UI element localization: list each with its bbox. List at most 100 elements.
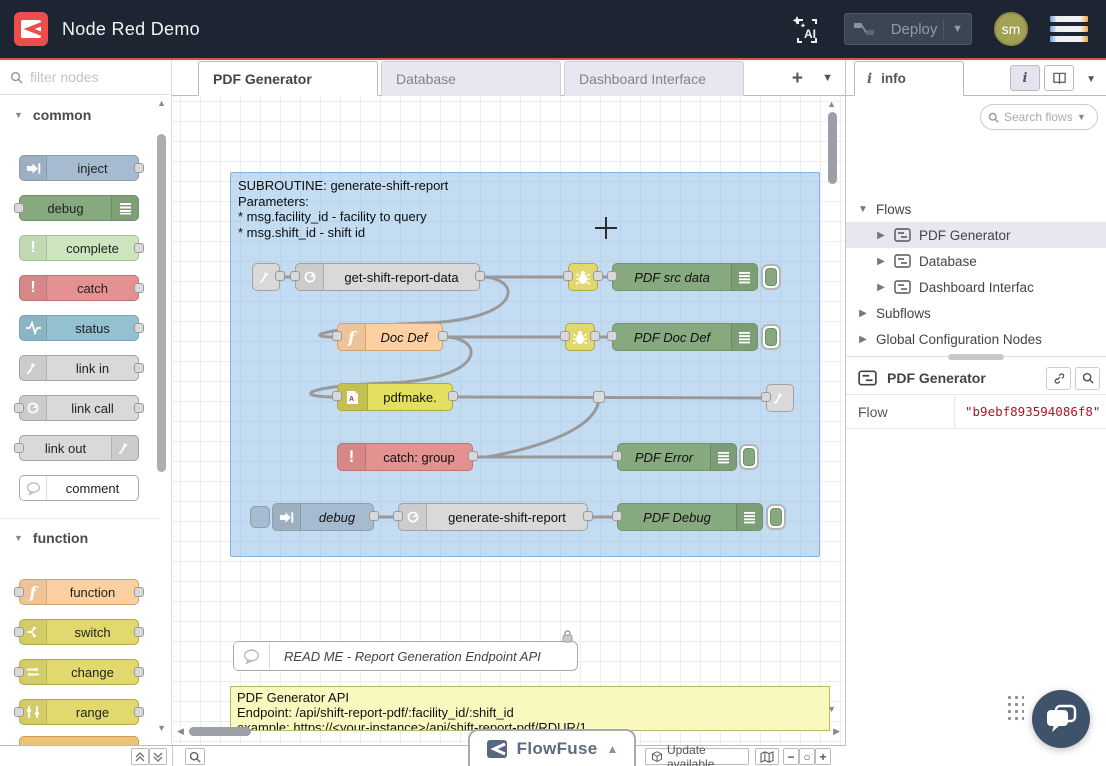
tree-item-database[interactable]: ▶ Database	[846, 248, 1106, 274]
ai-assistant-icon[interactable]: AI	[788, 12, 822, 46]
canvas-scroll-up[interactable]: ▲	[827, 99, 836, 109]
tree-global-config[interactable]: ▶ Global Configuration Nodes	[846, 326, 1106, 352]
port[interactable]	[134, 667, 144, 677]
port[interactable]	[612, 451, 622, 461]
palette-scroll-down[interactable]: ▼	[157, 723, 166, 733]
port[interactable]	[134, 707, 144, 717]
splitter-grip[interactable]	[948, 354, 1004, 360]
port[interactable]	[332, 331, 342, 341]
update-available-button[interactable]: Update available	[645, 748, 749, 765]
chat-widget-button[interactable]	[1032, 690, 1090, 748]
canvas-vscrollbar[interactable]	[828, 112, 837, 184]
tab-database[interactable]: Database	[381, 61, 561, 96]
user-avatar[interactable]: sm	[994, 12, 1028, 46]
navigator-map-button[interactable]	[755, 748, 779, 765]
node-pdf-debug[interactable]: PDF Debug	[617, 503, 763, 531]
canvas-scroll-down[interactable]: ▼	[827, 704, 836, 714]
port[interactable]	[14, 203, 24, 213]
main-menu-icon[interactable]	[1050, 16, 1088, 42]
flow-list-caret[interactable]: ▼	[822, 72, 833, 84]
wire-junction[interactable]	[593, 391, 605, 403]
canvas-search-button[interactable]	[185, 748, 205, 765]
search-flows-input[interactable]	[1004, 110, 1072, 124]
search-node-button[interactable]	[1075, 367, 1100, 390]
wire[interactable]	[487, 397, 599, 457]
palette-node-status[interactable]: status	[19, 315, 139, 341]
port[interactable]	[369, 511, 379, 521]
port[interactable]	[332, 391, 342, 401]
debug-toggle-button[interactable]	[761, 324, 781, 350]
node-link-in[interactable]	[252, 263, 280, 291]
category-common[interactable]: ▼ common	[0, 107, 171, 123]
node-pdf-src-data[interactable]: PDF src data	[612, 263, 758, 291]
tree-item-pdf-generator[interactable]: ▶ PDF Generator	[846, 222, 1106, 248]
node-pdf-doc-def[interactable]: PDF Doc Def	[612, 323, 758, 351]
node-doc-def[interactable]: f Doc Def	[337, 323, 443, 351]
add-flow-button[interactable]: +	[792, 68, 803, 90]
node-pdf-error[interactable]: PDF Error	[617, 443, 737, 471]
deploy-button[interactable]: Deploy ▼	[844, 13, 972, 45]
deploy-options-caret[interactable]: ▼	[943, 19, 963, 39]
copy-link-button[interactable]	[1046, 367, 1071, 390]
port[interactable]	[593, 271, 603, 281]
node-link-out[interactable]	[766, 384, 794, 412]
port[interactable]	[14, 443, 24, 453]
palette-node-link-in[interactable]: link in	[19, 355, 139, 381]
palette-scroll-up[interactable]: ▲	[157, 98, 166, 108]
port[interactable]	[134, 363, 144, 373]
palette-node-comment[interactable]: comment	[19, 475, 139, 501]
node-bug-2[interactable]	[565, 323, 595, 351]
port[interactable]	[563, 271, 573, 281]
node-readme-comment[interactable]: READ ME - Report Generation Endpoint API	[233, 641, 578, 671]
port[interactable]	[468, 451, 478, 461]
palette-node-inject[interactable]: inject	[19, 155, 139, 181]
port[interactable]	[134, 243, 144, 253]
help-book-button[interactable]	[1044, 65, 1074, 91]
port[interactable]	[14, 587, 24, 597]
sidebar-options-caret[interactable]: ▼	[1086, 74, 1096, 85]
node-generate-shift-report[interactable]: generate-shift-report	[398, 503, 588, 531]
sidebar-splitter[interactable]	[846, 356, 1106, 357]
port[interactable]	[134, 587, 144, 597]
zoom-reset-button[interactable]: ○	[799, 748, 815, 765]
node-red-logo-icon[interactable]	[14, 12, 48, 46]
tree-item-dashboard-interface[interactable]: ▶ Dashboard Interfac	[846, 274, 1106, 300]
port[interactable]	[275, 271, 285, 281]
canvas-scroll-left[interactable]: ◀	[177, 726, 184, 737]
port[interactable]	[438, 331, 448, 341]
tab-pdf-generator[interactable]: PDF Generator	[198, 61, 378, 96]
palette-node-change[interactable]: change	[19, 659, 139, 685]
debug-toggle-button[interactable]	[739, 444, 759, 470]
node-catch-group[interactable]: ! catch: group	[337, 443, 473, 471]
palette-node-switch[interactable]: switch	[19, 619, 139, 645]
tree-subflows[interactable]: ▶ Subflows	[846, 300, 1106, 326]
tab-dashboard-interface[interactable]: Dashboard Interface	[564, 61, 744, 96]
debug-toggle-button[interactable]	[766, 504, 786, 530]
canvas-scroll-right[interactable]: ▶	[833, 726, 840, 737]
port[interactable]	[607, 331, 617, 341]
palette-expand-all-button[interactable]	[149, 748, 167, 765]
port[interactable]	[14, 667, 24, 677]
tab-info[interactable]: i info	[854, 61, 964, 96]
palette-node-link-call[interactable]: link call	[19, 395, 139, 421]
port[interactable]	[560, 331, 570, 341]
zoom-in-button[interactable]: +	[815, 748, 831, 765]
node-pdfmake[interactable]: A pdfmake.	[337, 383, 453, 411]
palette-node-complete[interactable]: ! complete	[19, 235, 139, 261]
port[interactable]	[393, 511, 403, 521]
port[interactable]	[583, 511, 593, 521]
search-flows-box[interactable]: ▼	[980, 104, 1098, 130]
port[interactable]	[14, 627, 24, 637]
port[interactable]	[134, 627, 144, 637]
port[interactable]	[590, 331, 600, 341]
palette-collapse-all-button[interactable]	[131, 748, 149, 765]
palette-node-link-out[interactable]: link out	[19, 435, 139, 461]
palette-node-range[interactable]: range	[19, 699, 139, 725]
tree-flows-root[interactable]: ▼ Flows	[846, 196, 1106, 222]
port[interactable]	[290, 271, 300, 281]
zoom-out-button[interactable]: −	[783, 748, 799, 765]
port[interactable]	[134, 163, 144, 173]
inject-button[interactable]	[250, 506, 270, 528]
canvas-hscrollbar[interactable]	[189, 727, 251, 736]
port[interactable]	[134, 323, 144, 333]
